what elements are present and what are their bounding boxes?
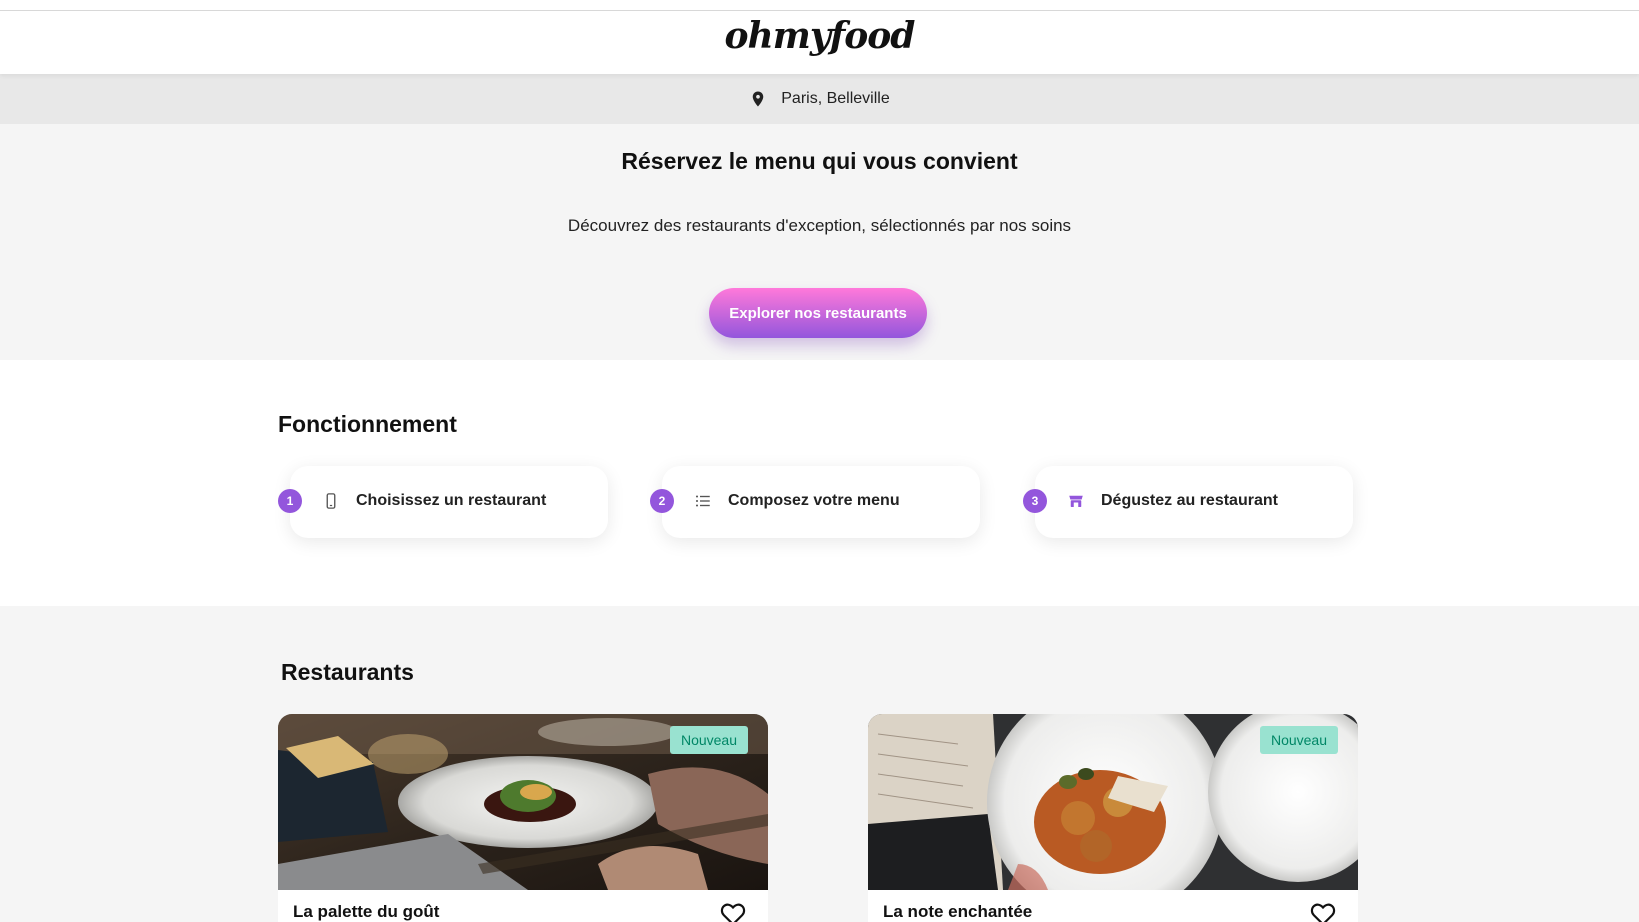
restaurant-name: La palette du goût xyxy=(293,902,440,921)
list-icon xyxy=(695,495,710,507)
new-badge: Nouveau xyxy=(669,726,748,754)
store-icon xyxy=(1069,495,1083,507)
location-bar: Paris, Belleville xyxy=(0,74,1639,124)
logo[interactable]: ohmyfood xyxy=(0,15,1639,57)
step-card-2: 2 Composez votre menu xyxy=(650,464,980,538)
restaurant-card-palette[interactable]: Nouveau La palette du goût xyxy=(278,714,768,922)
map-pin-icon xyxy=(753,91,764,107)
top-border xyxy=(0,0,1639,11)
restaurant-image: Nouveau xyxy=(278,714,768,890)
restaurants-title: Restaurants xyxy=(281,659,414,685)
heart-outline-icon[interactable] xyxy=(720,902,746,922)
hero-section: Réservez le menu qui vous convient Décou… xyxy=(0,124,1639,360)
restaurants-section: Restaurants Nouveau La palette du goût N… xyxy=(0,606,1639,922)
how-it-works-title: Fonctionnement xyxy=(278,411,457,437)
step-number-badge: 2 xyxy=(650,489,674,513)
restaurant-image: Nouveau xyxy=(868,714,1358,890)
hero-subtitle: Découvrez des restaurants d'exception, s… xyxy=(567,216,1072,235)
step-label: Dégustez au restaurant xyxy=(1101,492,1278,509)
step-card-1: 1 Choisissez un restaurant xyxy=(278,464,608,538)
step-number-badge: 1 xyxy=(278,489,302,513)
site-header: ohmyfood xyxy=(0,11,1639,74)
location-text: Paris, Belleville xyxy=(781,90,890,107)
mobile-phone-icon xyxy=(326,493,336,509)
step-number-badge: 3 xyxy=(1023,489,1047,513)
restaurant-name: La note enchantée xyxy=(883,902,1033,921)
step-card-3: 3 Dégustez au restaurant xyxy=(1023,464,1353,538)
heart-outline-icon[interactable] xyxy=(1310,902,1336,922)
restaurant-card-note[interactable]: Nouveau La note enchantée xyxy=(868,714,1358,922)
hero-title: Réservez le menu qui vous convient xyxy=(621,148,1018,174)
step-label: Composez votre menu xyxy=(728,492,900,509)
explore-restaurants-button[interactable]: Explorer nos restaurants xyxy=(709,288,927,338)
how-it-works-section: Fonctionnement 1 Choisissez un restauran… xyxy=(0,360,1639,606)
step-label: Choisissez un restaurant xyxy=(356,492,547,509)
new-badge: Nouveau xyxy=(1259,726,1338,754)
